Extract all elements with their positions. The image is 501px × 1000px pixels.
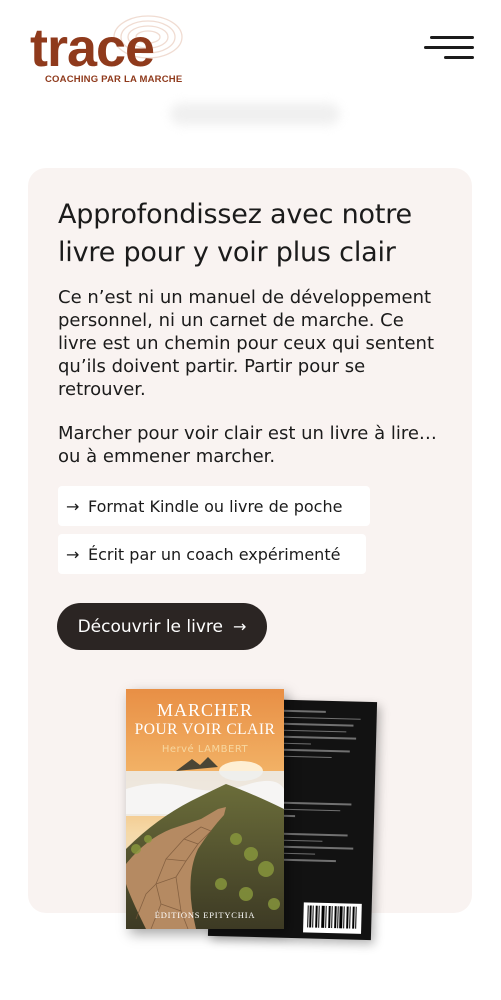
book-author: Hervé LAMBERT [161,744,249,755]
barcode [303,902,362,934]
site-header: trace COACHING PAR LA MARCHE [0,0,501,100]
book-title-line1: MARCHER [156,700,253,720]
arrow-right-icon: → [66,544,80,564]
section-title: Approfondissez avec notre livre pour y v… [58,199,412,268]
hamburger-menu-icon[interactable] [424,34,474,62]
feature-label: Écrit par un coach expérimenté [88,544,341,564]
arrow-right-icon: → [66,496,80,516]
book-publisher: ÉDITIONS EPITYCHIA [154,910,256,920]
discover-book-button[interactable]: Découvrir le livre → [57,603,267,650]
arrow-right-icon: → [233,617,247,636]
menu-bar [430,36,474,39]
blurred-element [170,103,340,125]
feature-item-author: → Écrit par un coach expérimenté [58,534,366,574]
secondary-paragraph: Marcher pour voir clair est un livre à l… [58,423,437,467]
intro-paragraph: Ce n’est ni un manuel de développement p… [58,287,435,400]
book-title-line2: POUR VOIR CLAIR [134,721,276,738]
book-front-cover: MARCHER POUR VOIR CLAIR Hervé LAMBERT ÉD… [126,689,284,929]
trace-logo[interactable]: trace COACHING PAR LA MARCHE [30,15,200,90]
cta-label: Découvrir le livre [77,616,223,637]
feature-item-format: → Format Kindle ou livre de poche [58,486,370,526]
menu-bar [444,56,474,59]
logo-tagline: COACHING PAR LA MARCHE [45,74,183,85]
feature-label: Format Kindle ou livre de poche [88,496,343,516]
logo-wordmark: trace [30,18,155,78]
menu-bar [424,46,474,49]
